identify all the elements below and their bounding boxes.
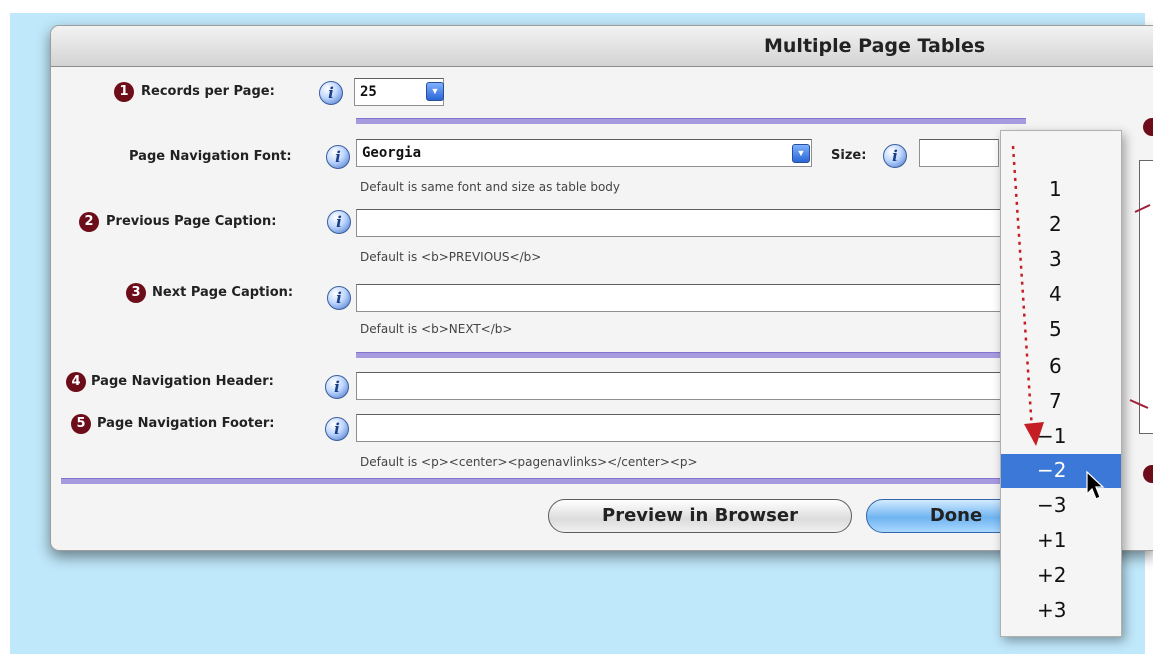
size-menu-item[interactable]: +1 [1001, 524, 1121, 558]
size-menu-item[interactable]: 6 [1001, 350, 1121, 384]
size-menu-item-label: −1 [1037, 424, 1067, 448]
separator-2 [356, 352, 1056, 358]
size-menu-item[interactable]: −3 [1001, 489, 1121, 523]
preview-in-browser-button[interactable]: Preview in Browser [548, 499, 852, 533]
page-navigation-font-select[interactable]: Georgia [356, 139, 812, 167]
size-menu-item-selected[interactable]: −2 [1001, 454, 1121, 488]
size-menu-item-label: 7 [1049, 389, 1062, 413]
footer-hint: Default is <p><center><pagenavlinks></ce… [360, 455, 698, 469]
adjacent-preview-panel [1139, 160, 1153, 434]
previous-info-icon[interactable]: i [327, 210, 351, 234]
size-menu-item-label: 4 [1049, 282, 1062, 306]
size-menu-item[interactable]: 1 [1001, 173, 1121, 207]
next-info-icon[interactable]: i [327, 286, 351, 310]
size-menu-item-label: 6 [1049, 354, 1062, 378]
size-menu-item-label: +3 [1037, 598, 1067, 622]
page-navigation-font-label: Page Navigation Font: [129, 149, 292, 164]
size-menu-item[interactable]: 3 [1001, 243, 1121, 277]
font-dropdown-arrow-icon[interactable]: ▼ [792, 144, 810, 163]
size-menu-item[interactable]: 5 [1001, 313, 1121, 347]
footer-info-icon[interactable]: i [325, 417, 349, 441]
size-label: Size: [831, 148, 867, 163]
header-info-icon[interactable]: i [325, 375, 349, 399]
size-menu-item[interactable]: 4 [1001, 278, 1121, 312]
separator-1 [356, 118, 1026, 124]
size-popup-menu: 1 2 3 4 5 6 7 −1 −2 −3 +1 +2 +3 [1000, 130, 1122, 637]
next-hint: Default is <b>NEXT</b> [360, 322, 513, 336]
font-hint: Default is same font and size as table b… [360, 180, 621, 194]
size-menu-item-label: +1 [1037, 528, 1067, 552]
multiple-page-tables-dialog: Multiple Page Tables 1 Records per Page:… [50, 25, 1153, 551]
records-info-icon[interactable]: i [319, 81, 343, 105]
records-dropdown-arrow-icon[interactable]: ▼ [426, 82, 444, 101]
font-info-icon[interactable]: i [326, 145, 350, 169]
previous-page-caption-field[interactable] [356, 209, 1056, 237]
step-2-badge: 2 [79, 212, 99, 232]
size-menu-item-label: +2 [1037, 563, 1067, 587]
size-field[interactable] [919, 139, 999, 167]
size-menu-item[interactable]: −1 [1001, 420, 1121, 454]
separator-3 [61, 478, 1061, 484]
previous-hint: Default is <b>PREVIOUS</b> [360, 250, 542, 264]
page-navigation-footer-label: Page Navigation Footer: [97, 416, 275, 431]
size-menu-item[interactable]: +2 [1001, 559, 1121, 593]
window-title: Multiple Page Tables [764, 35, 986, 57]
size-info-icon[interactable]: i [883, 144, 907, 168]
size-menu-item-label: −3 [1037, 493, 1067, 517]
page-navigation-header-label: Page Navigation Header: [91, 374, 274, 389]
next-page-caption-label: Next Page Caption: [152, 285, 294, 300]
step-4-badge: 4 [66, 372, 86, 392]
page-navigation-footer-field[interactable] [356, 414, 1056, 442]
size-menu-item[interactable]: 2 [1001, 208, 1121, 242]
records-per-page-label: Records per Page: [141, 84, 275, 99]
next-page-caption-field[interactable] [356, 284, 1056, 312]
step-3-badge: 3 [126, 283, 146, 303]
step-1-badge: 1 [114, 82, 134, 102]
size-menu-item-label: 5 [1049, 317, 1062, 341]
title-bar[interactable]: Multiple Page Tables [51, 26, 1153, 67]
size-menu-item-label: 2 [1049, 212, 1062, 236]
step-5-badge: 5 [71, 414, 91, 434]
size-menu-item-label: 1 [1049, 177, 1062, 201]
size-menu-item[interactable]: 7 [1001, 385, 1121, 419]
page-navigation-header-field[interactable] [356, 372, 1056, 400]
size-menu-item-label: −2 [1037, 458, 1067, 482]
size-menu-item-label: 3 [1049, 247, 1062, 271]
previous-page-caption-label: Previous Page Caption: [106, 214, 277, 229]
size-menu-item[interactable]: +3 [1001, 594, 1121, 628]
